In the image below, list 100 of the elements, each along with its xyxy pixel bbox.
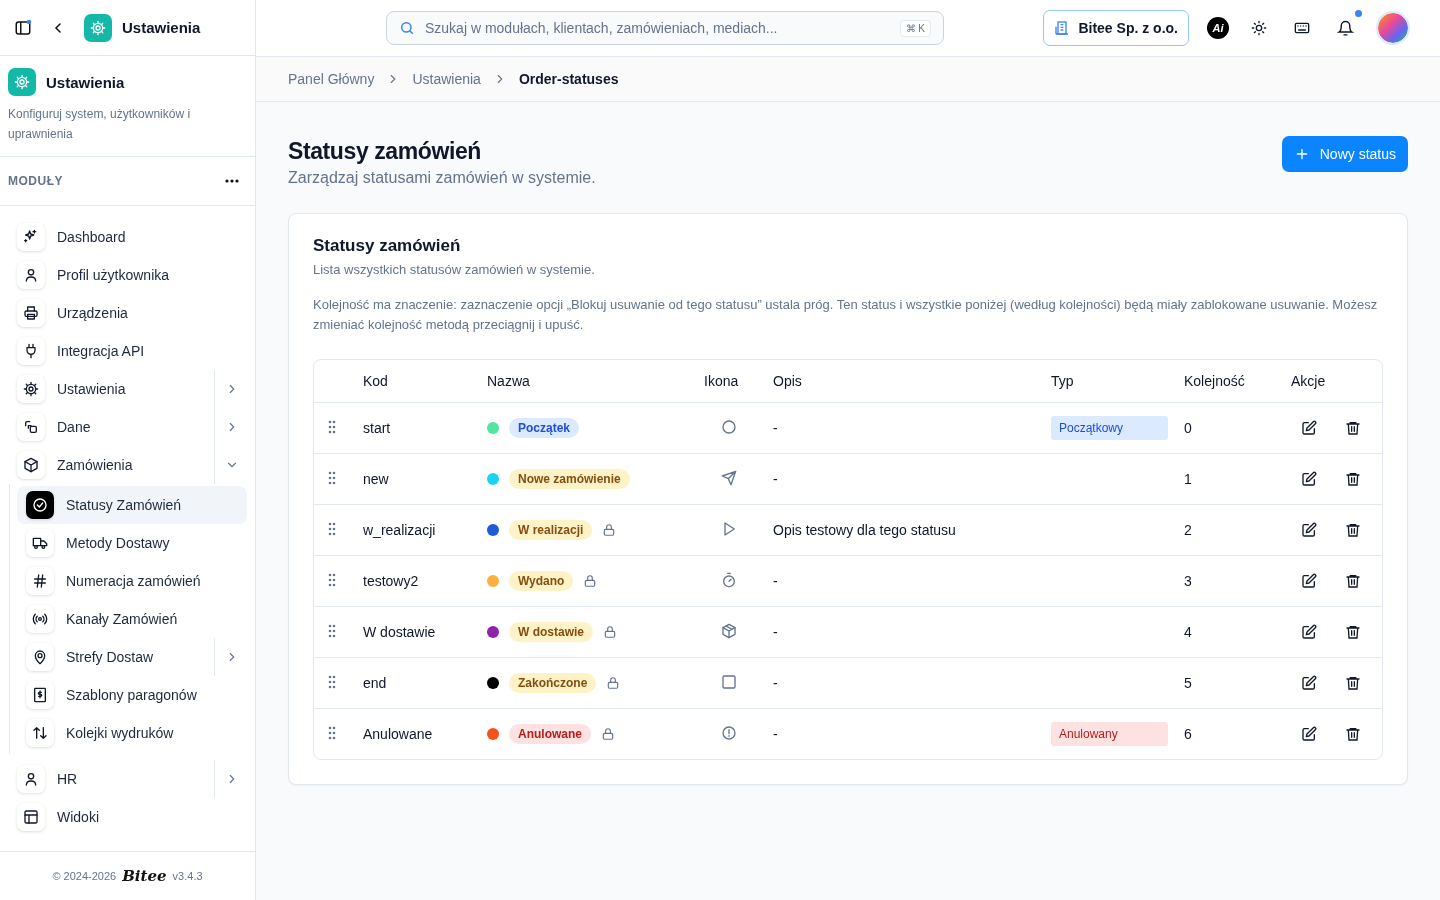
sidebar-item[interactable]: Kolejki wydruków <box>17 714 247 752</box>
avatar[interactable] <box>1376 11 1410 45</box>
sidebar-item[interactable]: Metody Dostawy <box>17 524 247 562</box>
stopwatch-icon <box>721 571 737 588</box>
sidebar-item[interactable]: Strefy Dostaw <box>17 638 247 676</box>
trash-icon[interactable] <box>1345 675 1361 691</box>
circle-icon <box>721 418 737 435</box>
sidebar-item[interactable]: Ustawienia <box>8 370 247 408</box>
sidebar-item[interactable]: Zamówienia <box>8 446 247 484</box>
sidebar-item[interactable]: Dashboard <box>8 218 247 256</box>
brand-logo: Bitee <box>122 867 167 885</box>
ai-button[interactable]: Ai <box>1207 17 1229 39</box>
sidebar-item[interactable]: Widoki <box>8 798 247 836</box>
sidebar-item[interactable]: Numeracja zamówień <box>17 562 247 600</box>
type-tag: Anulowany <box>1051 722 1168 746</box>
gear-icon <box>90 19 106 36</box>
breadcrumb-current: Order-statuses <box>518 71 619 87</box>
type-tag: Początkowy <box>1051 416 1168 440</box>
column-header: Typ <box>1051 373 1074 389</box>
status-badge: Zakończone <box>509 673 597 693</box>
table-cell: - <box>773 420 778 436</box>
drag-handle-icon[interactable] <box>328 572 336 587</box>
edit-icon[interactable] <box>1301 675 1317 691</box>
table-cell: start <box>363 420 391 436</box>
breadcrumb-link[interactable]: Ustawienia <box>412 71 481 87</box>
shapes-icon <box>23 419 39 435</box>
drag-handle-icon[interactable] <box>328 419 336 434</box>
drag-handle-icon[interactable] <box>328 521 336 536</box>
app-title: Ustawienia <box>122 19 201 36</box>
trash-icon[interactable] <box>1345 573 1361 589</box>
status-badge: W realizacji <box>509 520 593 540</box>
edit-icon[interactable] <box>1301 726 1317 742</box>
table-cell: 0 <box>1184 420 1192 436</box>
sidebar-item[interactable]: Urządzenia <box>8 294 247 332</box>
status-badge: Wydano <box>509 571 574 591</box>
package-icon <box>721 622 737 639</box>
sidebar-toggle-icon[interactable] <box>14 18 32 37</box>
more-icon[interactable] <box>225 179 239 183</box>
sidebar-title: Ustawienia <box>46 73 125 91</box>
sidebar-item[interactable]: Statusy Zamówień <box>17 486 247 524</box>
trash-icon[interactable] <box>1345 726 1361 742</box>
new-status-button[interactable]: Nowy status <box>1281 136 1408 172</box>
table-cell: 5 <box>1184 675 1192 691</box>
paper-plane-icon <box>721 469 737 486</box>
edit-icon[interactable] <box>1301 573 1317 589</box>
user-icon <box>23 771 39 787</box>
table-cell: 3 <box>1184 573 1192 589</box>
status-badge: W dostawie <box>509 622 593 642</box>
edit-icon[interactable] <box>1301 624 1317 640</box>
table-cell: end <box>363 675 387 691</box>
keyboard-icon[interactable] <box>1293 20 1311 36</box>
sun-icon[interactable] <box>1251 20 1267 36</box>
table-cell: 1 <box>1184 471 1192 487</box>
info-paragraph: Kolejność ma znaczenie: zaznaczenie opcji „Blokuj usuwanie od tego statusu” ustala próg. Ten status i wszystkie poniżej (według kolejności) będą miały zablokowane usuwanie. Możesz zmieniać kolejność metodą przeciągnij i upuść. <box>313 296 1379 334</box>
edit-icon[interactable] <box>1301 522 1317 538</box>
sidebar-item[interactable]: Integracja API <box>8 332 247 370</box>
company-selector[interactable]: Bitee Sp. z o.o. <box>1043 10 1189 46</box>
shortcut-hint: ⌘ K <box>899 19 931 37</box>
printer-icon <box>23 305 39 321</box>
gear-icon <box>14 74 30 90</box>
map-pin-icon <box>32 649 48 665</box>
table-cell: Opis testowy dla tego statusu <box>773 522 956 538</box>
drag-handle-icon[interactable] <box>328 470 336 485</box>
breadcrumb-link[interactable]: Panel Główny <box>288 71 375 87</box>
sidebar-item[interactable]: Profil użytkownika <box>8 256 247 294</box>
drag-handle-icon[interactable] <box>328 623 336 638</box>
column-header: Ikona <box>704 373 739 389</box>
sparkles-icon <box>23 229 39 245</box>
table-cell: new <box>363 471 389 487</box>
table-cell: 6 <box>1184 726 1192 742</box>
trash-icon[interactable] <box>1345 624 1361 640</box>
broadcast-icon <box>32 611 48 627</box>
drag-handle-icon[interactable] <box>328 725 336 740</box>
bell-icon[interactable] <box>1337 19 1354 37</box>
trash-icon[interactable] <box>1345 420 1361 436</box>
card-title: Statusy zamówień <box>313 236 462 256</box>
drag-handle-icon[interactable] <box>328 674 336 689</box>
play-icon <box>721 520 737 537</box>
sort-arrows-icon <box>32 725 48 741</box>
status-badge: Początek <box>509 418 580 438</box>
table-cell: Anulowane <box>363 726 433 742</box>
hash-icon <box>32 573 48 589</box>
table-cell: W dostawie <box>363 624 436 640</box>
status-badge: Anulowane <box>509 724 591 744</box>
edit-icon[interactable] <box>1301 471 1317 487</box>
table-cell: - <box>773 573 778 589</box>
trash-icon[interactable] <box>1345 522 1361 538</box>
sidebar-item[interactable]: Kanały Zamówień <box>17 600 247 638</box>
edit-icon[interactable] <box>1301 420 1317 436</box>
table-cell: 4 <box>1184 624 1192 640</box>
sidebar-item[interactable]: HR <box>8 760 247 798</box>
trash-icon[interactable] <box>1345 471 1361 487</box>
search-field[interactable]: Szukaj w modułach, klientach, zamówieniach, mediach... ⌘ K <box>386 11 944 45</box>
sidebar-item[interactable]: Szablony paragonów <box>17 676 247 714</box>
sidebar-item[interactable]: Dane <box>8 408 247 446</box>
alert-circle-icon <box>721 724 737 741</box>
column-header: Kod <box>363 373 388 389</box>
square-icon <box>721 673 737 690</box>
page-subtitle: Zarządzaj statusami zamówień w systemie. <box>288 169 596 187</box>
search-input[interactable]: Szukaj w modułach, klientach, zamówieniach, mediach... <box>423 19 892 37</box>
